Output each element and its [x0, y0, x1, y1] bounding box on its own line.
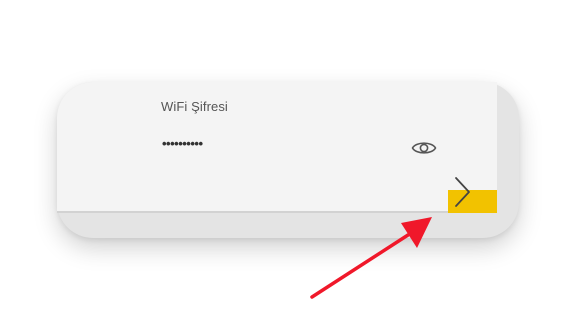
annotation-arrow — [310, 217, 432, 299]
wifi-password-field[interactable]: •••••••••• — [162, 136, 203, 151]
wifi-password-card: WiFi Şifresi •••••••••• — [57, 82, 497, 213]
eye-icon[interactable] — [411, 139, 437, 157]
screenshot-stage: WiFi Şifresi •••••••••• — [0, 0, 574, 322]
wifi-password-label: WiFi Şifresi — [161, 99, 228, 114]
chevron-right-icon[interactable] — [449, 172, 475, 212]
